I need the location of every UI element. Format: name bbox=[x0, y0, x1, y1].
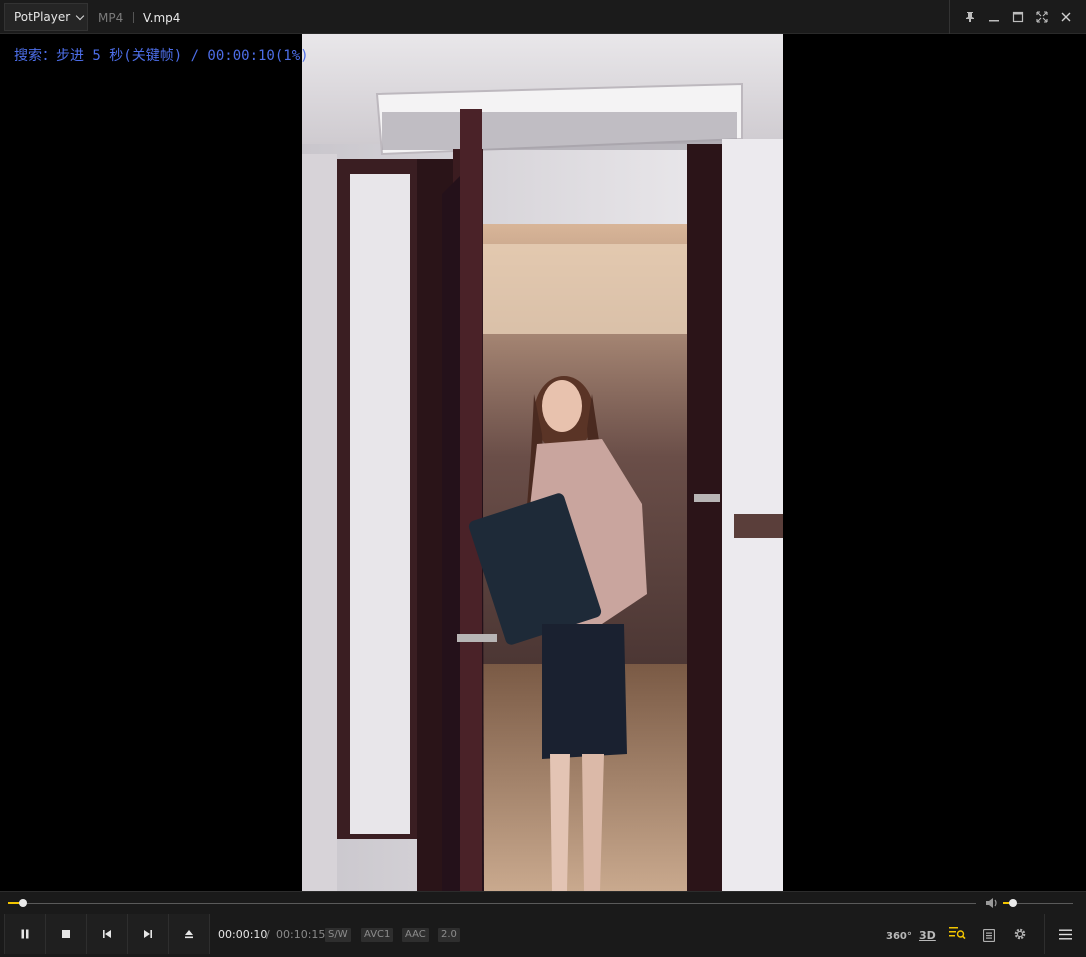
hamburger-menu-icon bbox=[1058, 929, 1072, 939]
close-button[interactable] bbox=[1054, 3, 1078, 31]
osd-message: 搜索：步进 5 秒(关键帧) / 00:00:10(1%) bbox=[14, 48, 309, 64]
vr-360-button[interactable]: 360° bbox=[886, 924, 912, 943]
maximize-button[interactable] bbox=[1006, 3, 1030, 31]
chevron-down-icon bbox=[75, 11, 85, 20]
eject-icon bbox=[185, 930, 193, 939]
pin-button[interactable] bbox=[958, 3, 982, 31]
video-codec-tag[interactable]: AVC1 bbox=[361, 928, 394, 942]
volume-icon[interactable] bbox=[985, 896, 999, 910]
pause-icon bbox=[21, 929, 29, 939]
volume-slider-thumb[interactable] bbox=[1008, 899, 1017, 907]
minimize-icon bbox=[989, 20, 999, 22]
renderer-tag[interactable]: S/W bbox=[325, 928, 351, 942]
settings-button[interactable] bbox=[1013, 926, 1027, 945]
stop-icon bbox=[62, 930, 70, 938]
pause-button[interactable] bbox=[4, 914, 46, 954]
current-time: 00:00:10 bbox=[218, 928, 268, 941]
3d-label: 3D bbox=[919, 929, 936, 942]
pin-icon bbox=[966, 12, 974, 22]
file-name-label: V.mp4 bbox=[143, 11, 181, 25]
time-separator: / bbox=[266, 928, 270, 941]
vr-360-label: 360° bbox=[886, 931, 912, 942]
previous-button[interactable] bbox=[87, 914, 128, 954]
close-icon bbox=[1061, 12, 1071, 22]
gear-icon bbox=[1014, 928, 1026, 940]
fullscreen-button[interactable] bbox=[1030, 3, 1054, 31]
total-time: 00:10:15 bbox=[276, 928, 326, 941]
file-format-label: MP4 bbox=[98, 11, 124, 25]
minimize-button[interactable] bbox=[982, 3, 1006, 31]
video-frame[interactable] bbox=[302, 34, 783, 891]
skip-next-icon bbox=[144, 930, 152, 938]
app-name: PotPlayer bbox=[14, 10, 71, 24]
window-controls bbox=[949, 0, 1086, 34]
main-menu-button[interactable] bbox=[1044, 914, 1085, 954]
app-menu-button[interactable]: PotPlayer bbox=[4, 3, 88, 31]
playlist-search-button[interactable] bbox=[949, 925, 966, 944]
audio-channels-tag[interactable]: 2.0 bbox=[438, 928, 460, 942]
maximize-icon bbox=[1012, 11, 1024, 23]
open-file-button[interactable] bbox=[169, 914, 210, 954]
volume-slider[interactable] bbox=[1003, 899, 1073, 907]
fullscreen-icon bbox=[1036, 11, 1048, 23]
chapter-list-button[interactable] bbox=[982, 927, 996, 946]
video-scene bbox=[302, 34, 783, 891]
list-icon bbox=[982, 928, 996, 943]
playback-buttons bbox=[4, 914, 210, 954]
title-bar: PotPlayer MP4 V.mp4 bbox=[0, 0, 1086, 34]
control-bar: 00:00:10 / 00:10:15 S/W AVC1 AAC 2.0 360… bbox=[0, 891, 1086, 957]
seek-bar[interactable] bbox=[8, 899, 976, 907]
3d-button[interactable]: 3D bbox=[919, 924, 936, 943]
seek-bar-thumb[interactable] bbox=[19, 899, 28, 907]
window-controls-divider bbox=[949, 0, 950, 34]
skip-previous-icon bbox=[103, 930, 111, 938]
stop-button[interactable] bbox=[46, 914, 87, 954]
audio-codec-tag[interactable]: AAC bbox=[402, 928, 429, 942]
playlist-search-icon bbox=[949, 927, 966, 940]
title-divider bbox=[133, 12, 134, 23]
next-button[interactable] bbox=[128, 914, 169, 954]
